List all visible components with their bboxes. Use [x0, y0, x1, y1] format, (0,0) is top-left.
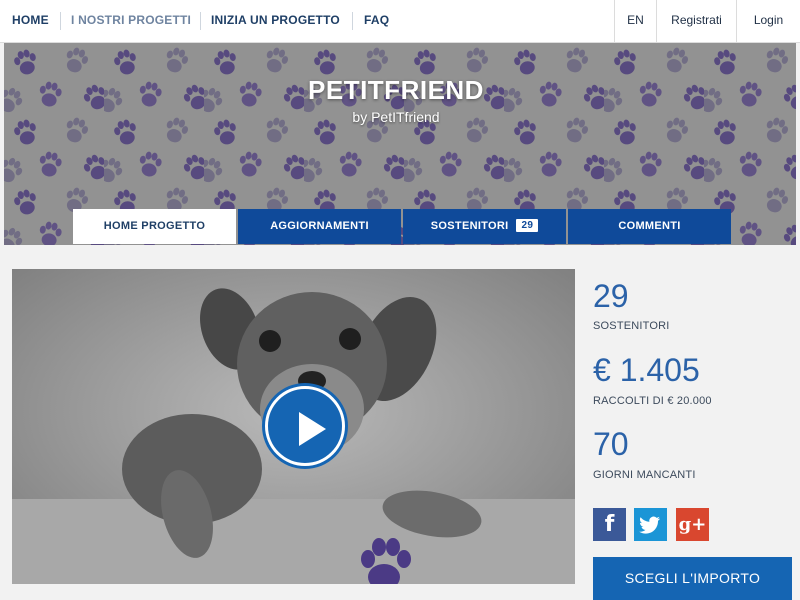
- tab-aggiornamenti[interactable]: AGGIORNAMENTI: [238, 209, 401, 244]
- nav-divider: [60, 12, 61, 30]
- choose-amount-button[interactable]: SCEGLI L'IMPORTO: [593, 557, 792, 600]
- facebook-share-icon[interactable]: f: [593, 508, 626, 541]
- register-button[interactable]: Registrati: [656, 0, 736, 42]
- nav-faq-link[interactable]: FAQ: [364, 13, 389, 27]
- tab-label: COMMENTI: [618, 220, 681, 232]
- play-icon: [299, 412, 326, 446]
- tab-label: SOSTENITORI: [430, 220, 509, 232]
- language-switch[interactable]: EN: [614, 0, 656, 42]
- amount-raised: € 1.405: [593, 352, 700, 388]
- nav-start-project-link[interactable]: INIZIA UN PROGETTO: [211, 13, 340, 27]
- tab-sostenitori[interactable]: SOSTENITORI 29: [403, 209, 566, 244]
- nav-divider: [352, 12, 353, 30]
- tab-label: HOME PROGETTO: [103, 220, 206, 232]
- backers-count: 29: [593, 278, 629, 314]
- project-video[interactable]: [12, 269, 575, 584]
- video-play-button[interactable]: [265, 386, 345, 466]
- amount-raised-label: RACCOLTI DI € 20.000: [593, 395, 712, 407]
- tab-label: AGGIORNAMENTI: [270, 220, 369, 232]
- backers-count-badge: 29: [516, 218, 539, 232]
- googleplus-share-icon[interactable]: g+: [676, 508, 709, 541]
- nav-divider: [200, 12, 201, 30]
- twitter-share-icon[interactable]: [634, 508, 667, 541]
- top-navigation: HOME I NOSTRI PROGETTI INIZIA UN PROGETT…: [0, 0, 800, 43]
- nav-projects-link[interactable]: I NOSTRI PROGETTI: [71, 13, 191, 27]
- tab-home-progetto[interactable]: HOME PROGETTO: [73, 209, 236, 244]
- tab-commenti[interactable]: COMMENTI: [568, 209, 731, 244]
- project-title: PETITFRIEND: [308, 75, 484, 105]
- days-remaining-label: GIORNI MANCANTI: [593, 469, 696, 481]
- project-byline: by PetITfriend: [352, 109, 440, 125]
- backers-label: SOSTENITORI: [593, 320, 670, 332]
- login-button[interactable]: Login: [736, 0, 800, 42]
- twitter-bird-icon: [639, 516, 660, 534]
- days-remaining: 70: [593, 426, 629, 462]
- nav-home-link[interactable]: HOME: [12, 13, 49, 27]
